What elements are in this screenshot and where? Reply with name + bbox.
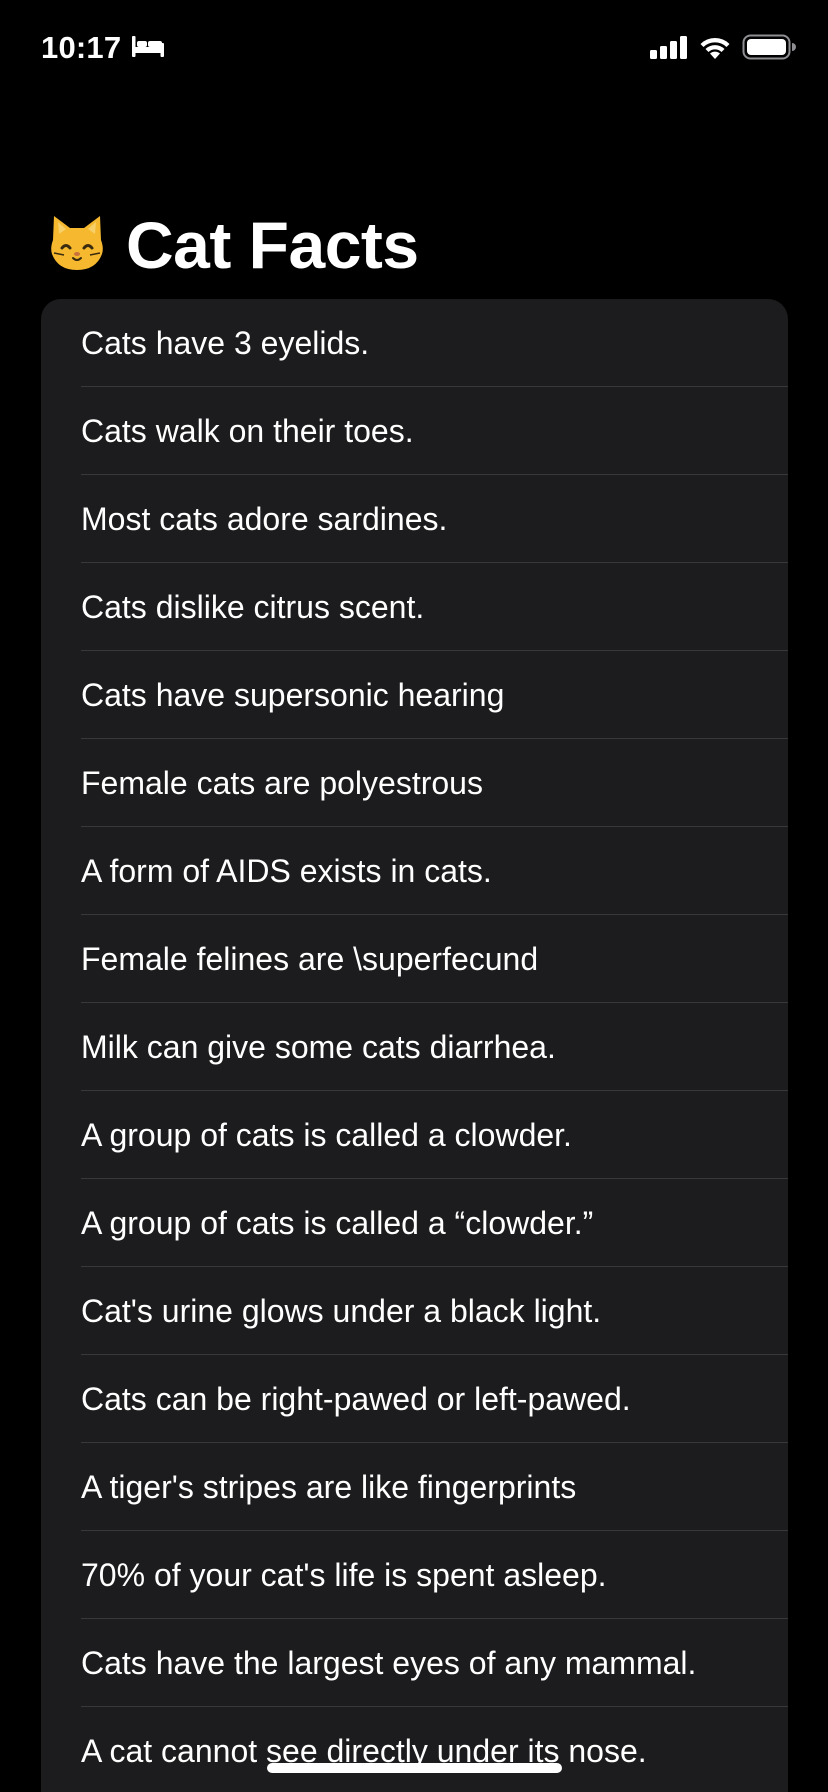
home-indicator[interactable] [267,1763,562,1773]
list-item-label: Female cats are polyestrous [81,764,483,801]
list-item-label: A form of AIDS exists in cats. [81,852,492,889]
list-item[interactable]: Most cats adore sardines. [41,475,788,563]
app-screen: 10:17 Cat Facts Cats have 3 eyelids. Cat… [0,0,828,1792]
page-title: Cat Facts [126,208,419,282]
page-header: Cat Facts [46,206,419,284]
list-item[interactable]: Cats have the largest eyes of any mammal… [41,1619,788,1707]
list-item[interactable]: A cat cannot see directly under its nose… [41,1707,788,1792]
list-item[interactable]: Female cats are polyestrous [41,739,788,827]
list-item-label: A group of cats is called a clowder. [81,1116,572,1153]
list-item[interactable]: Cats can be right-pawed or left-pawed. [41,1355,788,1443]
status-bar: 10:17 [0,0,828,100]
list-item[interactable]: A tiger's stripes are like fingerprints [41,1443,788,1531]
list-item-label: Cats can be right-pawed or left-pawed. [81,1380,631,1417]
list-item[interactable]: Cats have 3 eyelids. [41,299,788,387]
list-item[interactable]: Cats have supersonic hearing [41,651,788,739]
cat-face-icon [46,212,108,279]
list-item[interactable]: A group of cats is called a “clowder.” [41,1179,788,1267]
list-item-label: Female felines are \superfecund [81,940,539,977]
list-item-label: Most cats adore sardines. [81,500,448,537]
list-item[interactable]: 70% of your cat's life is spent asleep. [41,1531,788,1619]
list-item[interactable]: A form of AIDS exists in cats. [41,827,788,915]
list-item-label: 70% of your cat's life is spent asleep. [81,1556,607,1593]
status-time: 10:17 [41,30,122,65]
list-item-label: Milk can give some cats diarrhea. [81,1028,556,1065]
list-item-label: Cats have the largest eyes of any mammal… [81,1644,697,1681]
status-time-group: 10:17 [41,30,165,66]
list-item[interactable]: Female felines are \superfecund [41,915,788,1003]
list-item-label: Cats dislike citrus scent. [81,588,425,625]
list-item[interactable]: Cats dislike citrus scent. [41,563,788,651]
list-item-label: Cats have supersonic hearing [81,676,505,713]
list-item-label: A group of cats is called a “clowder.” [81,1204,594,1241]
bed-icon [131,34,165,63]
list-item[interactable]: Cat's urine glows under a black light. [41,1267,788,1355]
facts-list[interactable]: Cats have 3 eyelids. Cats walk on their … [41,299,788,1792]
status-indicators [650,34,796,65]
cellular-signal-icon [650,35,688,64]
list-item-label: Cats walk on their toes. [81,412,414,449]
list-item[interactable]: A group of cats is called a clowder. [41,1091,788,1179]
list-item-label: Cats have 3 eyelids. [81,324,370,361]
list-item-label: Cat's urine glows under a black light. [81,1292,602,1329]
list-item-label: A tiger's stripes are like fingerprints [81,1468,577,1505]
wifi-icon [698,34,732,65]
battery-icon [742,34,796,65]
list-item[interactable]: Cats walk on their toes. [41,387,788,475]
list-item[interactable]: Milk can give some cats diarrhea. [41,1003,788,1091]
